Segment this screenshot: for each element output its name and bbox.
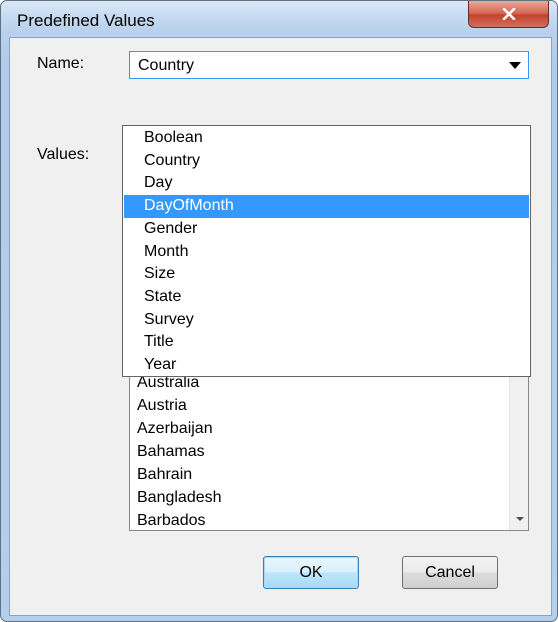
name-combobox-value: Country xyxy=(138,57,195,74)
scroll-down-icon[interactable] xyxy=(516,517,524,521)
dropdown-option[interactable]: Size xyxy=(124,263,529,286)
dropdown-option[interactable]: Month xyxy=(124,241,529,264)
dropdown-option[interactable]: Country xyxy=(124,150,529,173)
dialog-title: Predefined Values xyxy=(17,11,155,30)
cancel-button[interactable]: Cancel xyxy=(402,556,498,589)
dropdown-option-highlighted[interactable]: DayOfMonth xyxy=(124,195,529,218)
name-label: Name: xyxy=(37,55,85,72)
list-item[interactable]: Bahrain xyxy=(137,464,192,486)
close-button[interactable] xyxy=(468,1,549,28)
ok-button[interactable]: OK xyxy=(263,556,359,589)
dropdown-option[interactable]: Year xyxy=(124,354,529,376)
list-item[interactable]: Azerbaijan xyxy=(137,418,213,440)
name-dropdown-list[interactable]: Boolean Country Day DayOfMonth Gender Mo… xyxy=(122,125,531,377)
dropdown-option[interactable]: State xyxy=(124,286,529,309)
chevron-down-icon[interactable] xyxy=(509,62,521,69)
list-item[interactable]: Barbados xyxy=(137,510,206,530)
dropdown-option[interactable]: Survey xyxy=(124,309,529,332)
predefined-values-dialog: Predefined Values Name: Values: Country … xyxy=(0,0,558,622)
dropdown-option[interactable]: Gender xyxy=(124,218,529,241)
dropdown-option[interactable]: Title xyxy=(124,331,529,354)
dropdown-option[interactable]: Day xyxy=(124,172,529,195)
list-item[interactable]: Bangladesh xyxy=(137,487,222,509)
values-label: Values: xyxy=(37,146,90,163)
list-item[interactable]: Bahamas xyxy=(137,441,205,463)
title-bar[interactable]: Predefined Values xyxy=(1,1,557,37)
dropdown-option[interactable]: Boolean xyxy=(124,127,529,150)
close-icon xyxy=(502,8,515,20)
name-combobox[interactable]: Country xyxy=(129,51,529,79)
list-item[interactable]: Austria xyxy=(137,395,187,417)
